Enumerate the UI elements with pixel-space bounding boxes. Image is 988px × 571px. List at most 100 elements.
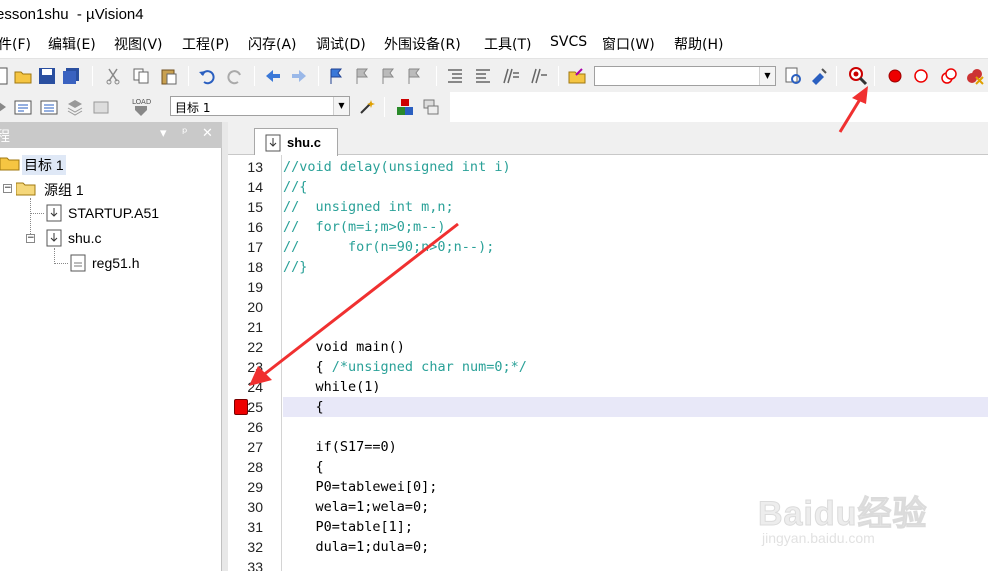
line-number[interactable]: 33 [233, 559, 263, 571]
tree-group[interactable]: 源组 1 [44, 180, 84, 200]
undo-icon[interactable] [198, 67, 216, 85]
new-file-icon[interactable] [0, 67, 10, 85]
line-number[interactable]: 31 [233, 519, 263, 535]
nav-back-icon[interactable] [264, 67, 282, 85]
tree-file-startup[interactable]: STARTUP.A51 [68, 205, 159, 221]
unindent-icon[interactable] [474, 67, 492, 85]
line-number[interactable]: 20 [233, 299, 263, 315]
menu-debug[interactable]: 调试(D) [316, 34, 366, 54]
code-line[interactable] [283, 317, 988, 337]
line-number-gutter[interactable]: 13 14 15 16 17 18 19 20 21 22 23 24 25 26 27 28 29 30 31 32… [228, 155, 282, 571]
translate-icon[interactable] [0, 98, 10, 116]
code-line[interactable] [283, 277, 988, 297]
batch-build-icon[interactable] [66, 98, 84, 116]
menu-file[interactable]: 件(F) [0, 34, 31, 54]
find-icon[interactable] [784, 67, 802, 85]
code-line[interactable] [283, 417, 988, 437]
find-combo[interactable]: ▼ [594, 66, 776, 86]
line-number[interactable]: 30 [233, 499, 263, 515]
close-icon[interactable]: ✕ [202, 126, 213, 141]
menu-project[interactable]: 工程(P) [182, 34, 229, 54]
line-number[interactable]: 23 [233, 359, 263, 375]
tree-file-reg51[interactable]: reg51.h [92, 255, 139, 271]
line-number[interactable]: 14 [233, 179, 263, 195]
code-line[interactable]: //void delay(unsigned int i) [283, 157, 988, 177]
tree-target[interactable]: 目标 1 [22, 155, 66, 175]
next-bookmark-icon[interactable] [380, 67, 398, 85]
line-number[interactable]: 15 [233, 199, 263, 215]
line-number[interactable]: 21 [233, 319, 263, 335]
disable-all-breakpoints-icon[interactable] [940, 67, 958, 85]
line-number[interactable]: 16 [233, 219, 263, 235]
save-all-icon[interactable] [62, 67, 80, 85]
uncomment-icon[interactable] [530, 67, 548, 85]
stop-build-icon[interactable] [92, 98, 110, 116]
code-line[interactable]: // unsigned int m,n; [283, 197, 988, 217]
code-line[interactable]: //{ [283, 177, 988, 197]
download-icon[interactable]: LOAD [130, 96, 152, 118]
tab-shu-c[interactable]: shu.c [254, 128, 338, 156]
code-line[interactable]: //} [283, 257, 988, 277]
line-number[interactable]: 18 [233, 259, 263, 275]
code-line[interactable]: // for(m=i;m>0;m--) [283, 217, 988, 237]
copy-icon[interactable] [132, 67, 150, 85]
line-number[interactable]: 19 [233, 279, 263, 295]
bookmark-icon[interactable] [328, 67, 346, 85]
manage-components-icon[interactable] [396, 98, 414, 116]
nav-forward-icon[interactable] [290, 67, 308, 85]
indent-icon[interactable] [446, 67, 464, 85]
chevron-down-icon[interactable]: ▼ [759, 67, 775, 85]
menu-view[interactable]: 视图(V) [114, 34, 163, 54]
debug-session-icon[interactable] [848, 66, 868, 86]
line-number[interactable]: 22 [233, 339, 263, 355]
code-line[interactable]: { [283, 457, 988, 477]
line-number[interactable]: 26 [233, 419, 263, 435]
line-number[interactable]: 24 [233, 379, 263, 395]
save-icon[interactable] [38, 67, 56, 85]
panel-dropdown-icon[interactable]: ▾ [160, 126, 167, 141]
target-select[interactable]: 目标 1 ▼ [170, 96, 350, 116]
line-number[interactable]: 13 [233, 159, 263, 175]
insert-breakpoint-icon[interactable] [886, 67, 904, 85]
code-line[interactable]: { [283, 397, 988, 417]
find-in-files-icon[interactable] [568, 67, 586, 85]
collapse-icon[interactable]: − [26, 234, 35, 243]
incremental-find-icon[interactable] [810, 67, 828, 85]
file-extensions-icon[interactable] [422, 98, 440, 116]
line-number[interactable]: 17 [233, 239, 263, 255]
line-number[interactable]: 32 [233, 539, 263, 555]
redo-icon[interactable] [226, 67, 244, 85]
menu-flash[interactable]: 闪存(A) [248, 34, 297, 54]
line-number[interactable]: 28 [233, 459, 263, 475]
prev-bookmark-icon[interactable] [354, 67, 372, 85]
kill-all-breakpoints-icon[interactable] [966, 67, 984, 85]
code-line[interactable] [283, 297, 988, 317]
code-line[interactable]: if(S17==0) [283, 437, 988, 457]
menu-window[interactable]: 窗口(W) [602, 34, 655, 54]
menu-help[interactable]: 帮助(H) [674, 34, 723, 54]
line-number[interactable]: 29 [233, 479, 263, 495]
chevron-down-icon[interactable]: ▼ [333, 97, 349, 115]
collapse-icon[interactable]: − [3, 184, 12, 193]
code-line[interactable]: { /*unsigned char num=0;*/ [283, 357, 988, 377]
menu-tools[interactable]: 工具(T) [484, 34, 531, 54]
cut-icon[interactable] [104, 67, 122, 85]
breakpoint-marker[interactable] [234, 399, 248, 415]
target-options-icon[interactable] [358, 98, 376, 116]
code-line[interactable]: void main() [283, 337, 988, 357]
menu-svcs[interactable]: SVCS [550, 34, 587, 50]
enable-breakpoint-icon[interactable] [912, 67, 930, 85]
tree-file-shu[interactable]: shu.c [68, 230, 101, 246]
rebuild-icon[interactable] [40, 98, 58, 116]
build-icon[interactable] [14, 98, 32, 116]
code-line[interactable] [283, 557, 988, 571]
code-line[interactable]: // for(n=90;n>0;n--); [283, 237, 988, 257]
comment-icon[interactable] [502, 67, 520, 85]
pin-icon[interactable]: ᵖ [182, 126, 188, 141]
clear-bookmarks-icon[interactable] [406, 67, 424, 85]
code-line[interactable]: while(1) [283, 377, 988, 397]
line-number[interactable]: 27 [233, 439, 263, 455]
open-folder-icon[interactable] [14, 67, 32, 85]
menu-edit[interactable]: 编辑(E) [48, 34, 96, 54]
menu-peripherals[interactable]: 外围设备(R) [384, 34, 461, 54]
